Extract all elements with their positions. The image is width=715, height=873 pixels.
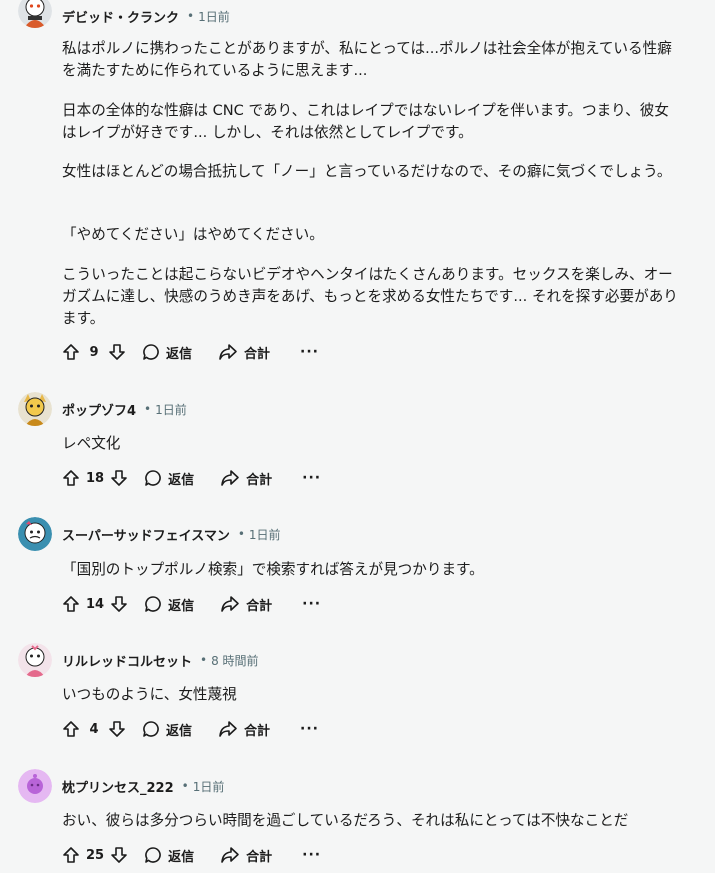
author-name[interactable]: リルレッドコルセット xyxy=(62,651,192,670)
share-arrow-icon xyxy=(220,595,240,613)
share-arrow-icon xyxy=(218,720,238,738)
reply-button[interactable]: 返信 xyxy=(142,720,192,739)
vote-count: 25 xyxy=(86,847,105,863)
reply-bubble-icon xyxy=(144,846,162,864)
author-name[interactable]: ポップゾフ4 xyxy=(62,400,136,419)
reply-label: 返信 xyxy=(166,346,193,362)
upvote-icon[interactable] xyxy=(60,467,82,489)
reply-label: 返信 xyxy=(168,472,195,488)
downvote-icon[interactable] xyxy=(108,467,130,489)
vote-count: 14 xyxy=(86,596,105,612)
share-arrow-icon xyxy=(218,343,238,361)
vote-group: 14 xyxy=(60,593,130,615)
vote-group: 4 xyxy=(60,718,128,740)
reply-button[interactable]: 返信 xyxy=(142,343,192,362)
reply-button[interactable]: 返信 xyxy=(144,595,194,614)
comment-paragraph: いつものように、女性蔑視 xyxy=(62,686,237,703)
reply-bubble-icon xyxy=(144,595,162,613)
reply-label: 返信 xyxy=(166,723,193,739)
comment-meta: スーパーサッドフェイスマン • 1日前 xyxy=(62,524,281,544)
share-button[interactable]: 合計 xyxy=(220,469,272,488)
vote-group: 25 xyxy=(60,844,130,866)
timestamp[interactable]: 1日前 xyxy=(193,778,225,795)
comment-paragraph: 「やめてください」はやめてください。 xyxy=(62,226,324,243)
reply-bubble-icon xyxy=(142,720,160,738)
user-avatar[interactable] xyxy=(18,643,52,677)
more-options-button[interactable]: ··· xyxy=(300,721,319,737)
share-arrow-icon xyxy=(220,469,240,487)
reply-bubble-icon xyxy=(144,469,162,487)
share-label: 合計 xyxy=(246,849,273,865)
share-label: 合計 xyxy=(244,346,271,362)
upvote-icon[interactable] xyxy=(60,593,82,615)
downvote-icon[interactable] xyxy=(106,341,128,363)
vote-count: 18 xyxy=(86,470,105,486)
more-options-button[interactable]: ··· xyxy=(300,344,319,360)
comment-actions: 18 返信 合計 ··· xyxy=(60,466,321,490)
vote-group: 9 xyxy=(60,341,128,363)
comment-meta: 枕プリンセス_222 • 1日前 xyxy=(62,776,224,796)
meta-separator: • xyxy=(181,779,189,793)
comment-paragraph: 日本の全体的な性癖は CNC であり、これはレイプではないレイプを伴います。つま… xyxy=(62,102,669,141)
comment-paragraph: 「国別のトップポルノ検索」で検索すれば答えが見つかります。 xyxy=(62,561,484,578)
user-avatar[interactable] xyxy=(18,517,52,551)
comment-meta: デビッド・クランク • 1日前 xyxy=(62,6,230,26)
timestamp[interactable]: 8 時間前 xyxy=(211,652,258,669)
author-name[interactable]: スーパーサッドフェイスマン xyxy=(62,525,230,544)
more-options-button[interactable]: ··· xyxy=(302,596,321,612)
share-arrow-icon xyxy=(220,846,240,864)
comment-meta: ポップゾフ4 • 1日前 xyxy=(62,399,187,419)
upvote-icon[interactable] xyxy=(60,718,82,740)
comment-paragraph: 女性はほとんどの場合抵抗して「ノー」と言っているだけなので、その癖に気づくでしょ… xyxy=(62,163,672,180)
upvote-icon[interactable] xyxy=(60,844,82,866)
reply-button[interactable]: 返信 xyxy=(144,846,194,865)
comment-actions: 14 返信 合計 ··· xyxy=(60,592,321,616)
comment-paragraph: おい、彼らは多分つらい時間を過ごしているだろう、それは私にとっては不快なことだ xyxy=(62,812,629,829)
share-label: 合計 xyxy=(244,723,271,739)
share-label: 合計 xyxy=(246,598,273,614)
user-avatar[interactable] xyxy=(18,0,52,28)
user-avatar[interactable] xyxy=(18,769,52,803)
more-options-button[interactable]: ··· xyxy=(302,847,321,863)
author-name[interactable]: 枕プリンセス_222 xyxy=(62,777,174,796)
comment-actions: 25 返信 合計 ··· xyxy=(60,843,321,867)
reply-label: 返信 xyxy=(168,598,195,614)
timestamp[interactable]: 1日前 xyxy=(198,8,230,25)
comment-paragraph: 私はポルノに携わったことがありますが、私にとっては...ポルノは社会全体が抱えて… xyxy=(62,40,672,79)
vote-count: 9 xyxy=(89,344,99,360)
timestamp[interactable]: 1日前 xyxy=(155,401,187,418)
share-button[interactable]: 合計 xyxy=(218,720,270,739)
comment-paragraph: こういったことは起こらないビデオやヘンタイはたくさんあります。セックスを楽しみ、… xyxy=(62,266,678,327)
comment-paragraph: レペ文化 xyxy=(62,435,121,452)
reply-button[interactable]: 返信 xyxy=(144,469,194,488)
reply-label: 返信 xyxy=(168,849,195,865)
meta-separator: • xyxy=(144,402,152,416)
share-label: 合計 xyxy=(246,472,273,488)
more-options-button[interactable]: ··· xyxy=(302,470,321,486)
vote-count: 4 xyxy=(89,721,99,737)
reply-bubble-icon xyxy=(142,343,160,361)
user-avatar[interactable] xyxy=(18,392,52,426)
comment-actions: 4 返信 合計 ··· xyxy=(60,717,319,741)
share-button[interactable]: 合計 xyxy=(220,846,272,865)
timestamp[interactable]: 1日前 xyxy=(249,526,281,543)
meta-separator: • xyxy=(187,9,195,23)
downvote-icon[interactable] xyxy=(108,593,130,615)
downvote-icon[interactable] xyxy=(108,844,130,866)
share-button[interactable]: 合計 xyxy=(220,595,272,614)
vote-group: 18 xyxy=(60,467,130,489)
downvote-icon[interactable] xyxy=(106,718,128,740)
upvote-icon[interactable] xyxy=(60,341,82,363)
share-button[interactable]: 合計 xyxy=(218,343,270,362)
meta-separator: • xyxy=(200,653,208,667)
comment-actions: 9 返信 合計 ··· xyxy=(60,340,319,364)
comment-meta: リルレッドコルセット • 8 時間前 xyxy=(62,650,259,670)
author-name[interactable]: デビッド・クランク xyxy=(62,7,179,26)
meta-separator: • xyxy=(237,527,245,541)
